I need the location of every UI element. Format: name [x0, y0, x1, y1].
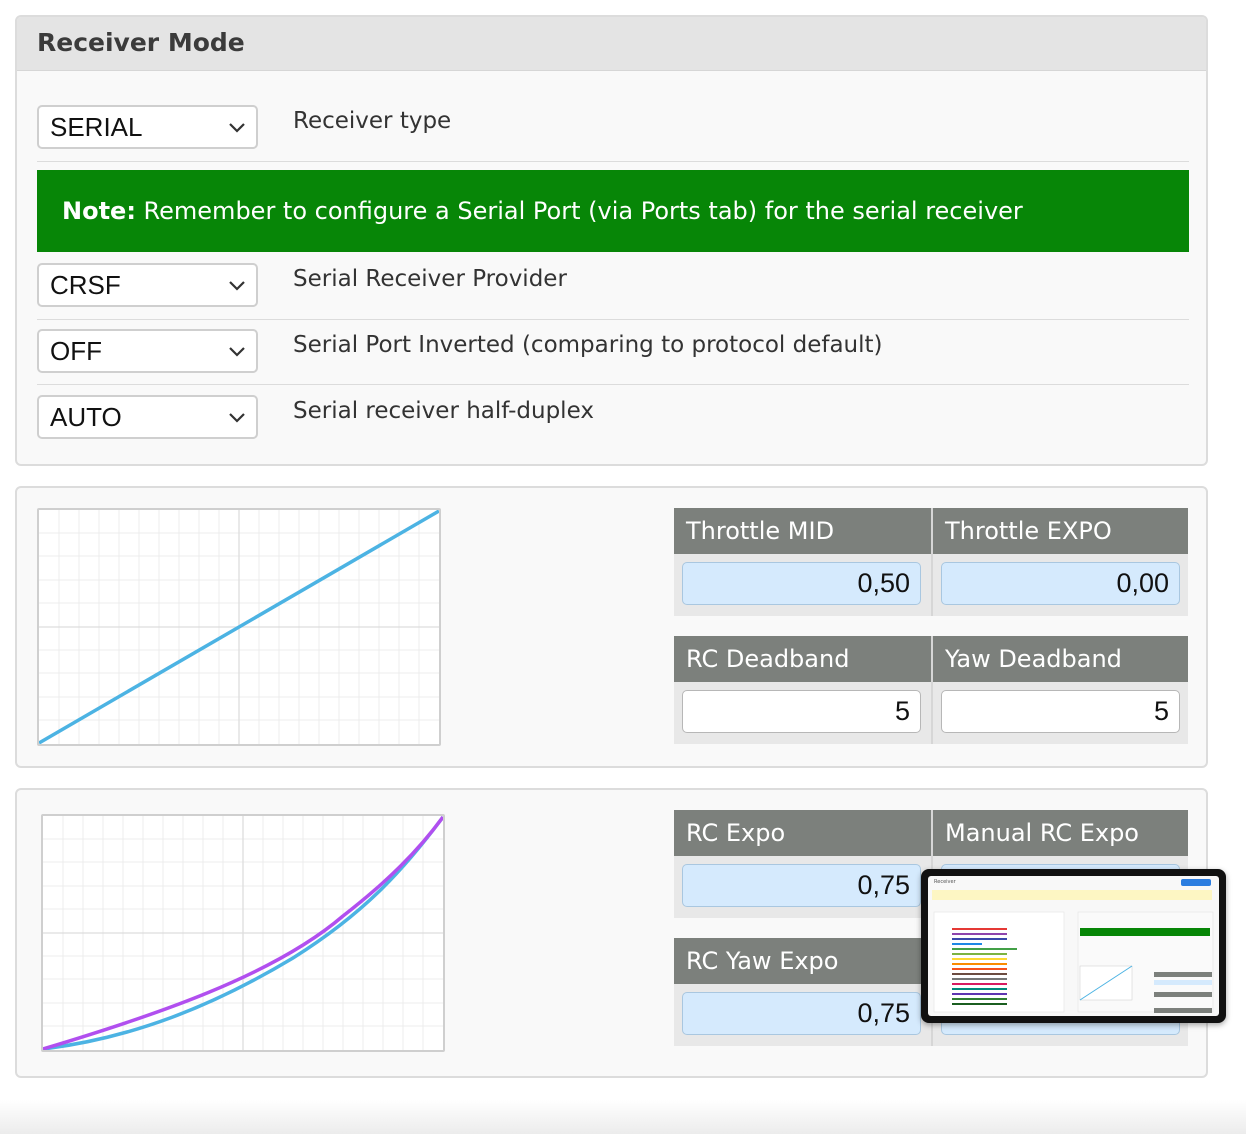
serial-provider-label: Serial Receiver Provider [293, 266, 567, 292]
note-text: Remember to configure a Serial Port (via… [135, 197, 1023, 225]
serial-provider-select[interactable]: CRSF [37, 263, 258, 307]
throttle-expo-cell: Throttle EXPO 0,00 [931, 508, 1188, 616]
half-duplex-value: AUTO [50, 402, 122, 432]
rc-yaw-expo-input[interactable]: 0,75 [682, 992, 921, 1035]
bottom-fade [0, 1100, 1246, 1134]
serial-inverted-label: Serial Port Inverted (comparing to proto… [293, 332, 883, 358]
half-duplex-label: Serial receiver half-duplex [293, 398, 594, 424]
provider-row: CRSF Serial Receiver Provider [37, 263, 1189, 320]
receiver-mode-panel: Receiver Mode SERIAL Receiver type Note:… [15, 15, 1208, 466]
serial-inverted-select[interactable]: OFF [37, 329, 258, 373]
throttle-mid-input[interactable]: 0,50 [682, 562, 921, 605]
serial-port-note: Note: Remember to configure a Serial Por… [37, 170, 1189, 252]
rc-expo-input[interactable]: 0,75 [682, 864, 921, 907]
manual-rc-expo-header: Manual RC Expo [933, 810, 1188, 856]
serial-inverted-value: OFF [50, 336, 102, 366]
expo-curve-plot [41, 814, 445, 1052]
half-duplex-select[interactable]: AUTO [37, 395, 258, 439]
half-duplex-row: AUTO Serial receiver half-duplex [37, 395, 1189, 443]
throttle-curve-panel: Throttle MID 0,50 Throttle EXPO 0,00 RC … [15, 486, 1208, 768]
expo-curve-svg [43, 816, 443, 1050]
chevron-down-icon [229, 281, 245, 291]
rc-yaw-expo-header: RC Yaw Expo [674, 938, 931, 984]
screenshot-thumbnail[interactable]: Receiver [921, 869, 1226, 1023]
throttle-mid-header: Throttle MID [674, 508, 931, 554]
receiver-mode-title: Receiver Mode [17, 17, 1206, 71]
throttle-curve-svg [39, 510, 439, 744]
thumbnail-image [932, 890, 1214, 1013]
yaw-deadband-header: Yaw Deadband [933, 636, 1188, 682]
receiver-type-row: SERIAL Receiver type [37, 105, 1189, 162]
thumbnail-preview: Receiver [928, 876, 1219, 1016]
yaw-deadband-cell: Yaw Deadband 5 [931, 636, 1188, 744]
rc-deadband-cell: RC Deadband 5 [674, 636, 931, 744]
rc-yaw-expo-cell: RC Yaw Expo 0,75 [674, 938, 931, 1046]
note-prefix: Note: [62, 197, 136, 225]
throttle-curve-plot [37, 508, 441, 746]
receiver-type-label: Receiver type [293, 108, 452, 134]
throttle-expo-input[interactable]: 0,00 [941, 562, 1180, 605]
rc-expo-header: RC Expo [674, 810, 931, 856]
receiver-type-select[interactable]: SERIAL [37, 105, 258, 149]
serial-provider-value: CRSF [50, 270, 121, 300]
rc-deadband-input[interactable]: 5 [682, 690, 921, 733]
receiver-type-value: SERIAL [50, 112, 143, 142]
throttle-mid-cell: Throttle MID 0,50 [674, 508, 931, 616]
chevron-down-icon [229, 347, 245, 357]
chevron-down-icon [229, 413, 245, 423]
rc-expo-cell: RC Expo 0,75 [674, 810, 931, 918]
rc-deadband-header: RC Deadband [674, 636, 931, 682]
inverted-row: OFF Serial Port Inverted (comparing to p… [37, 329, 1189, 385]
yaw-deadband-input[interactable]: 5 [941, 690, 1180, 733]
chevron-down-icon [229, 123, 245, 133]
throttle-expo-header: Throttle EXPO [933, 508, 1188, 554]
